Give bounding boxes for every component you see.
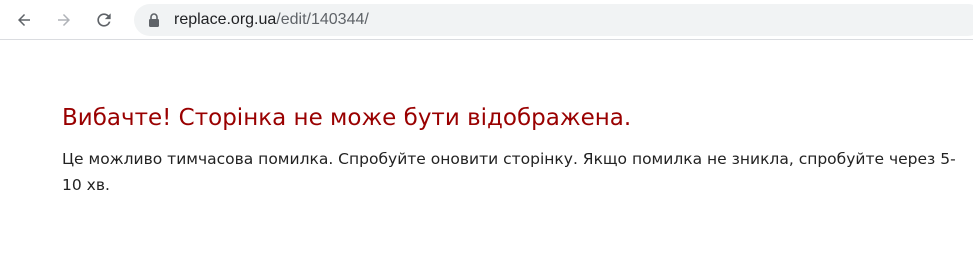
arrow-left-icon xyxy=(18,14,30,26)
url-path: /edit/140344/ xyxy=(276,11,369,28)
lock-icon[interactable] xyxy=(148,13,160,27)
arrow-right-icon xyxy=(58,14,70,26)
reload-icon xyxy=(97,13,111,27)
url-host: replace.org.ua xyxy=(174,11,277,28)
error-page: Вибачте! Сторінка не може бути відображе… xyxy=(62,100,962,198)
reload-button[interactable] xyxy=(88,4,120,36)
browser-toolbar: replace.org.ua/edit/140344/ xyxy=(0,0,973,40)
address-bar[interactable]: replace.org.ua/edit/140344/ xyxy=(134,4,973,36)
error-message: Це можливо тимчасова помилка. Спробуйте … xyxy=(62,150,956,194)
error-title: Вибачте! Сторінка не може бути відображе… xyxy=(62,105,632,131)
back-button[interactable] xyxy=(8,4,40,36)
forward-button[interactable] xyxy=(48,4,80,36)
url-text[interactable]: replace.org.ua/edit/140344/ xyxy=(174,4,369,36)
